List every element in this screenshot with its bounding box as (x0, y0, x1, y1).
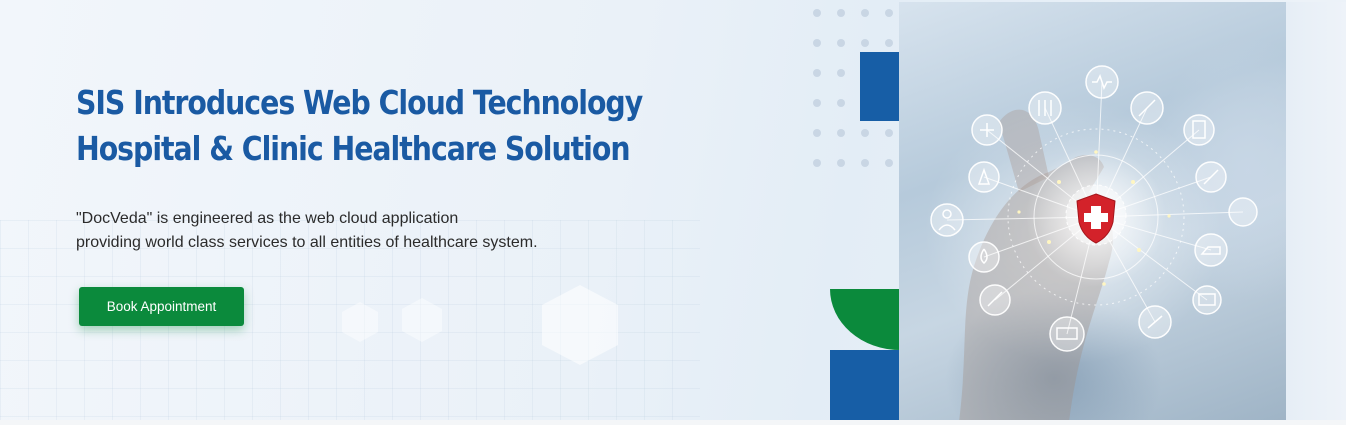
description-line-2: providing world class services to all en… (76, 234, 538, 251)
healthcare-icon-network (930, 65, 1258, 420)
headline-line-1: SIS Introduces Web Cloud Technology (76, 83, 643, 122)
book-appointment-button[interactable]: Book Appointment (79, 287, 244, 326)
bottom-strip (0, 420, 1346, 425)
decorative-green-quarter (830, 289, 900, 350)
background-hexagons (342, 285, 618, 365)
doctor-icon (930, 203, 964, 237)
headline-line-2: Hospital & Clinic Healthcare Solution (76, 129, 631, 168)
description-line-1: "DocVeda" is engineered as the web cloud… (76, 210, 459, 227)
blood-drop-icon (968, 241, 1000, 273)
ambulance-truck-icon (1049, 316, 1085, 352)
hero-headline: SIS Introduces Web Cloud Technology Hosp… (76, 80, 643, 172)
flask-icon (968, 161, 1000, 193)
clipboard-icon (1183, 114, 1215, 146)
hero-banner: SIS Introduces Web Cloud Technology Hosp… (0, 0, 1346, 420)
medical-shield-icon (1065, 184, 1127, 246)
image-right-fade (1286, 2, 1346, 420)
decorative-blue-square-bottom (830, 350, 900, 420)
hero-description: "DocVeda" is engineered as the web cloud… (76, 207, 538, 255)
ambulance-icon (1194, 233, 1228, 267)
hero-image-healthcare-network (899, 2, 1286, 420)
monitor-icon (1192, 285, 1222, 315)
iv-bag-icon (1228, 197, 1258, 227)
